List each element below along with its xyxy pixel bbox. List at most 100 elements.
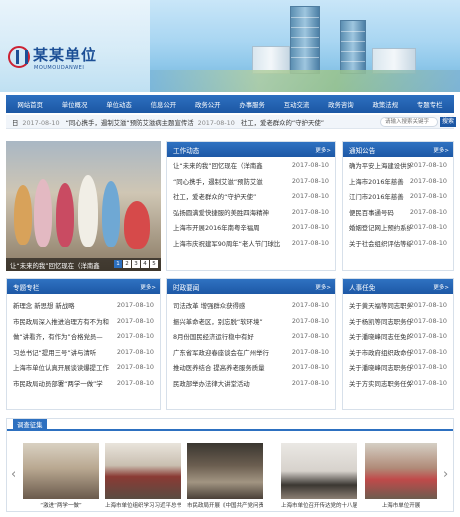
list-item-title[interactable]: 习总书记“提用三号”讲与清听 — [13, 348, 113, 357]
list-item[interactable]: 弘扬圆满爱快捷服的美胜四海精神 2017-08-10 — [167, 204, 335, 220]
list-item[interactable]: 民政部举办法律大讲堂活动 2017-08-10 — [167, 375, 335, 391]
search-button[interactable]: 搜索 — [440, 117, 456, 127]
list-item-title[interactable]: 市民政局动员部署“两学一做”学 — [13, 379, 113, 388]
ticker-item[interactable]: 社工，爱老群众的“守护天使” — [241, 119, 324, 127]
tab-survey[interactable]: 调查征集 — [13, 419, 47, 431]
slideshow-page-3[interactable]: 3 — [132, 260, 140, 268]
gallery-label[interactable]: “激进“两学一做” — [23, 501, 99, 509]
list-item[interactable]: 婚姻登记网上预约系统 2017-08-10 — [343, 219, 453, 235]
list-item-title[interactable]: 广东省军政迎春座谈会在广州举行 — [173, 348, 291, 357]
gallery-label[interactable]: 上海市单位召开传达党的十八届六中全 — [281, 501, 357, 509]
gallery-item[interactable]: 上海市单位召开传达党的十八届六中全 — [281, 443, 357, 509]
list-item[interactable]: 关于黄天福等同志职务 2017-08-10 — [343, 297, 453, 313]
gallery-item[interactable]: 上海市单位组织学习习近平总书记 — [105, 443, 181, 509]
list-item[interactable]: 司法改革 增强群众获得感 2017-08-10 — [167, 297, 335, 313]
logo-icon[interactable] — [8, 46, 30, 68]
slideshow-caption[interactable]: 让“未来的我”回忆现在（洋南鑫 — [10, 261, 100, 270]
slideshow-page-4[interactable]: 4 — [141, 260, 149, 268]
ticker-item[interactable]: “同心携手，遏制艾滋“预防艾滋病主题宣传活 — [66, 119, 194, 127]
list-item[interactable]: 习总书记“提用三号”讲与清听 2017-08-10 — [7, 344, 160, 360]
list-item-title[interactable]: 推动医养结合 提高养老服务质量 — [173, 363, 291, 372]
list-item-title[interactable]: 振兴革命老区，别忘脱“软环境” — [173, 317, 291, 326]
list-item[interactable]: 市民政局动员部署“两学一做”学 2017-08-10 — [7, 375, 160, 391]
list-item[interactable]: 上海市2016年慈善 2017-08-10 — [343, 173, 453, 189]
list-item[interactable]: 关于杨凯等同志职务任 2017-08-10 — [343, 313, 453, 329]
list-item[interactable]: “同心携手，遏制艾滋“预防艾滋 2017-08-10 — [167, 173, 335, 189]
list-item[interactable]: 推动医养结合 提高养老服务质量 2017-08-10 — [167, 359, 335, 375]
list-item-title[interactable]: 关于潘晓峰同志职务任 — [349, 363, 411, 372]
list-item[interactable]: 关于方实同志职务任免 2017-08-10 — [343, 375, 453, 391]
list-item[interactable]: 市民政局深入推进治理方有不为和 2017-08-10 — [7, 313, 160, 329]
list-item[interactable]: 让“未来的我”回忆现在（洋南鑫 2017-08-10 — [167, 157, 335, 173]
list-item-title[interactable]: 社工，爱老群众的“守护天使” — [173, 192, 291, 201]
list-item-title[interactable]: 便民百事通号码 — [349, 208, 411, 217]
list-item[interactable]: 上海市开展2016年南粤辛福周 2017-08-10 — [167, 219, 335, 235]
nav-item-interaction[interactable]: 互动交流 — [284, 100, 310, 109]
list-item-title[interactable]: 关于黄天福等同志职务 — [349, 301, 411, 310]
list-item[interactable]: 上海市庆祝建军90周年“老人节门球比 2017-08-10 — [167, 235, 335, 251]
list-item-title[interactable]: 新理念 新思想 新战略 — [13, 301, 113, 310]
list-item[interactable]: 关于社会组织评估等级 2017-08-10 — [343, 235, 453, 251]
nav-item-overview[interactable]: 单位概况 — [62, 100, 88, 109]
list-item[interactable]: 江门市2016年慈善 2017-08-10 — [343, 188, 453, 204]
gallery-item[interactable]: “激进“两学一做” — [23, 443, 99, 509]
nav-item-home[interactable]: 网站首页 — [17, 100, 43, 109]
list-item-title[interactable]: 8月份国民经济运行稳中有好 — [173, 332, 291, 341]
list-item-title[interactable]: “同心携手，遏制艾滋“预防艾滋 — [173, 177, 291, 186]
gallery-image[interactable] — [105, 443, 181, 499]
list-item[interactable]: 8月份国民经济运行稳中有好 2017-08-10 — [167, 328, 335, 344]
list-item-title[interactable]: 关于潘晓峰同志任免的 — [349, 332, 411, 341]
gallery-image[interactable] — [281, 443, 357, 499]
list-item[interactable]: 便民百事通号码 2017-08-10 — [343, 204, 453, 220]
list-item-title[interactable]: 上海市单位认真开展谈读爆提工作 — [13, 363, 113, 372]
list-item-title[interactable]: 婚姻登记网上预约系统 — [349, 223, 411, 232]
list-item[interactable]: 做“讲看齐，有作为”合格党员— 2017-08-10 — [7, 328, 160, 344]
slideshow-page-2[interactable]: 2 — [123, 260, 131, 268]
list-item[interactable]: 新理念 新思想 新战略 2017-08-10 — [7, 297, 160, 313]
gallery-image[interactable] — [365, 443, 437, 499]
list-item-title[interactable]: 关于社会组织评估等级 — [349, 239, 411, 248]
list-item[interactable]: 关于市政府组织政命任 2017-08-10 — [343, 344, 453, 360]
gallery-image[interactable] — [23, 443, 99, 499]
nav-item-news[interactable]: 单位动态 — [106, 100, 132, 109]
list-item-title[interactable]: 上海市开展2016年南粤辛福周 — [173, 223, 291, 232]
search-input[interactable] — [380, 117, 438, 127]
list-item-title[interactable]: 关于方实同志职务任免 — [349, 379, 411, 388]
gallery-image[interactable] — [187, 443, 263, 499]
photo-slideshow[interactable]: 让“未来的我”回忆现在（洋南鑫 1 2 3 4 5 — [6, 141, 161, 271]
gallery-item[interactable]: 市民政局开展《中国共产党问责条 — [187, 443, 263, 509]
gallery-label[interactable]: 上海市单位组织学习习近平总书记 — [105, 501, 181, 509]
ticker-item[interactable]: 日 — [12, 119, 18, 127]
gallery-item[interactable]: 上海市单位开展 — [365, 443, 437, 509]
more-link[interactable]: 更多> — [433, 283, 449, 291]
gallery-label[interactable]: 上海市单位开展 — [365, 501, 437, 509]
list-item-title[interactable]: 弘扬圆满爱快捷服的美胜四海精神 — [173, 208, 291, 217]
slideshow-page-5[interactable]: 5 — [150, 260, 158, 268]
nav-item-policy[interactable]: 政策法规 — [373, 100, 399, 109]
nav-item-topics[interactable]: 专题专栏 — [417, 100, 443, 109]
list-item[interactable]: 关于潘晓峰同志职务任 2017-08-10 — [343, 359, 453, 375]
more-link[interactable]: 更多> — [140, 283, 156, 291]
list-item-title[interactable]: 关于杨凯等同志职务任 — [349, 317, 411, 326]
more-link[interactable]: 更多> — [315, 146, 331, 154]
chevron-right-icon[interactable]: › — [443, 467, 448, 482]
nav-item-consult[interactable]: 政务咨询 — [328, 100, 354, 109]
list-item-title[interactable]: 做“讲看齐，有作为”合格党员— — [13, 332, 113, 341]
list-item-title[interactable]: 确为平安上海建设供贤 — [349, 161, 411, 170]
list-item-title[interactable]: 上海市庆祝建军90周年“老人节门球比 — [173, 239, 291, 248]
list-item-title[interactable]: 上海市2016年慈善 — [349, 177, 411, 186]
list-item-title[interactable]: 市民政局深入推进治理方有不为和 — [13, 317, 113, 326]
list-item[interactable]: 关于潘晓峰同志任免的 2017-08-10 — [343, 328, 453, 344]
list-item[interactable]: 社工，爱老群众的“守护天使” 2017-08-10 — [167, 188, 335, 204]
gallery-label[interactable]: 市民政局开展《中国共产党问责条 — [187, 501, 263, 509]
list-item[interactable]: 振兴革命老区，别忘脱“软环境” 2017-08-10 — [167, 313, 335, 329]
nav-item-services[interactable]: 办事服务 — [239, 100, 265, 109]
chevron-left-icon[interactable]: ‹ — [11, 467, 16, 482]
list-item-title[interactable]: 让“未来的我”回忆现在（洋南鑫 — [173, 161, 291, 170]
site-logo-title[interactable]: 某某单位 — [33, 44, 97, 65]
more-link[interactable]: 更多> — [433, 146, 449, 154]
list-item-title[interactable]: 江门市2016年慈善 — [349, 192, 411, 201]
more-link[interactable]: 更多> — [315, 283, 331, 291]
list-item-title[interactable]: 民政部举办法律大讲堂活动 — [173, 379, 291, 388]
nav-item-info[interactable]: 信息公开 — [151, 100, 177, 109]
